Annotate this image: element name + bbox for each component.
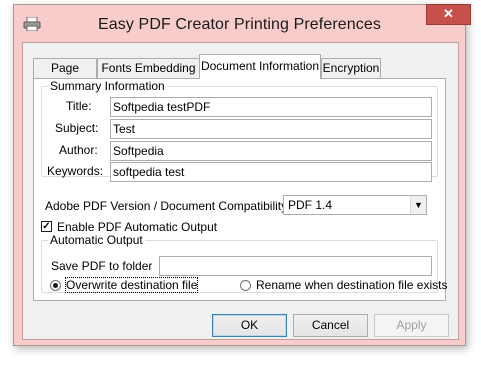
close-button[interactable]: ✕	[426, 4, 471, 25]
rename-radio-label[interactable]: Rename when destination file exists	[256, 278, 447, 292]
overwrite-radio-label[interactable]: Overwrite destination file	[64, 277, 199, 293]
subject-field[interactable]: Test	[110, 119, 432, 139]
dialog-window: Easy PDF Creator Printing Preferences ✕ …	[13, 4, 471, 346]
tab-fonts-embedding[interactable]: Fonts Embedding	[97, 58, 200, 78]
close-icon: ✕	[443, 6, 454, 21]
apply-button[interactable]: Apply	[374, 314, 449, 337]
chevron-down-icon[interactable]: ▼	[410, 196, 426, 214]
title-bar[interactable]: Easy PDF Creator Printing Preferences ✕	[14, 4, 471, 42]
tab-document-information[interactable]: Document Information	[199, 54, 321, 79]
overwrite-radio[interactable]	[50, 280, 61, 291]
author-field[interactable]: Softpedia	[110, 141, 432, 161]
cancel-button[interactable]: Cancel	[293, 314, 368, 337]
pdf-version-label: Adobe PDF Version / Document Compatibili…	[45, 199, 291, 213]
subject-label: Subject:	[55, 121, 99, 135]
ok-button[interactable]: OK	[212, 314, 287, 337]
author-label: Author:	[59, 143, 98, 157]
checkmark-icon: ✓	[42, 221, 51, 232]
radio-selected-dot	[53, 283, 58, 288]
dialog-client-area: Page Setup Fonts Embedding Document Info…	[22, 42, 459, 340]
keywords-label: Keywords:	[47, 164, 104, 178]
summary-information-legend: Summary Information	[50, 79, 165, 93]
pdf-version-value: PDF 1.4	[288, 198, 333, 212]
tab-page-setup[interactable]: Page Setup	[33, 58, 97, 93]
enable-auto-output-checkbox[interactable]: ✓	[41, 221, 52, 232]
keywords-field[interactable]: softpedia test	[110, 162, 432, 182]
document-information-panel: Summary Information Title: Softpedia tes…	[33, 78, 447, 301]
tab-encryption[interactable]: Encryption	[321, 58, 381, 78]
title-label: Title:	[66, 99, 92, 113]
title-field[interactable]: Softpedia testPDF	[110, 97, 432, 117]
window-title: Easy PDF Creator Printing Preferences	[98, 16, 381, 33]
save-folder-field[interactable]	[159, 256, 432, 276]
automatic-output-legend: Automatic Output	[50, 233, 143, 247]
rename-radio[interactable]	[240, 280, 251, 291]
enable-auto-output-label[interactable]: Enable PDF Automatic Output	[57, 220, 217, 234]
pdf-version-select[interactable]: PDF 1.4 ▼	[283, 195, 427, 215]
save-folder-label: Save PDF to folder	[51, 259, 153, 273]
